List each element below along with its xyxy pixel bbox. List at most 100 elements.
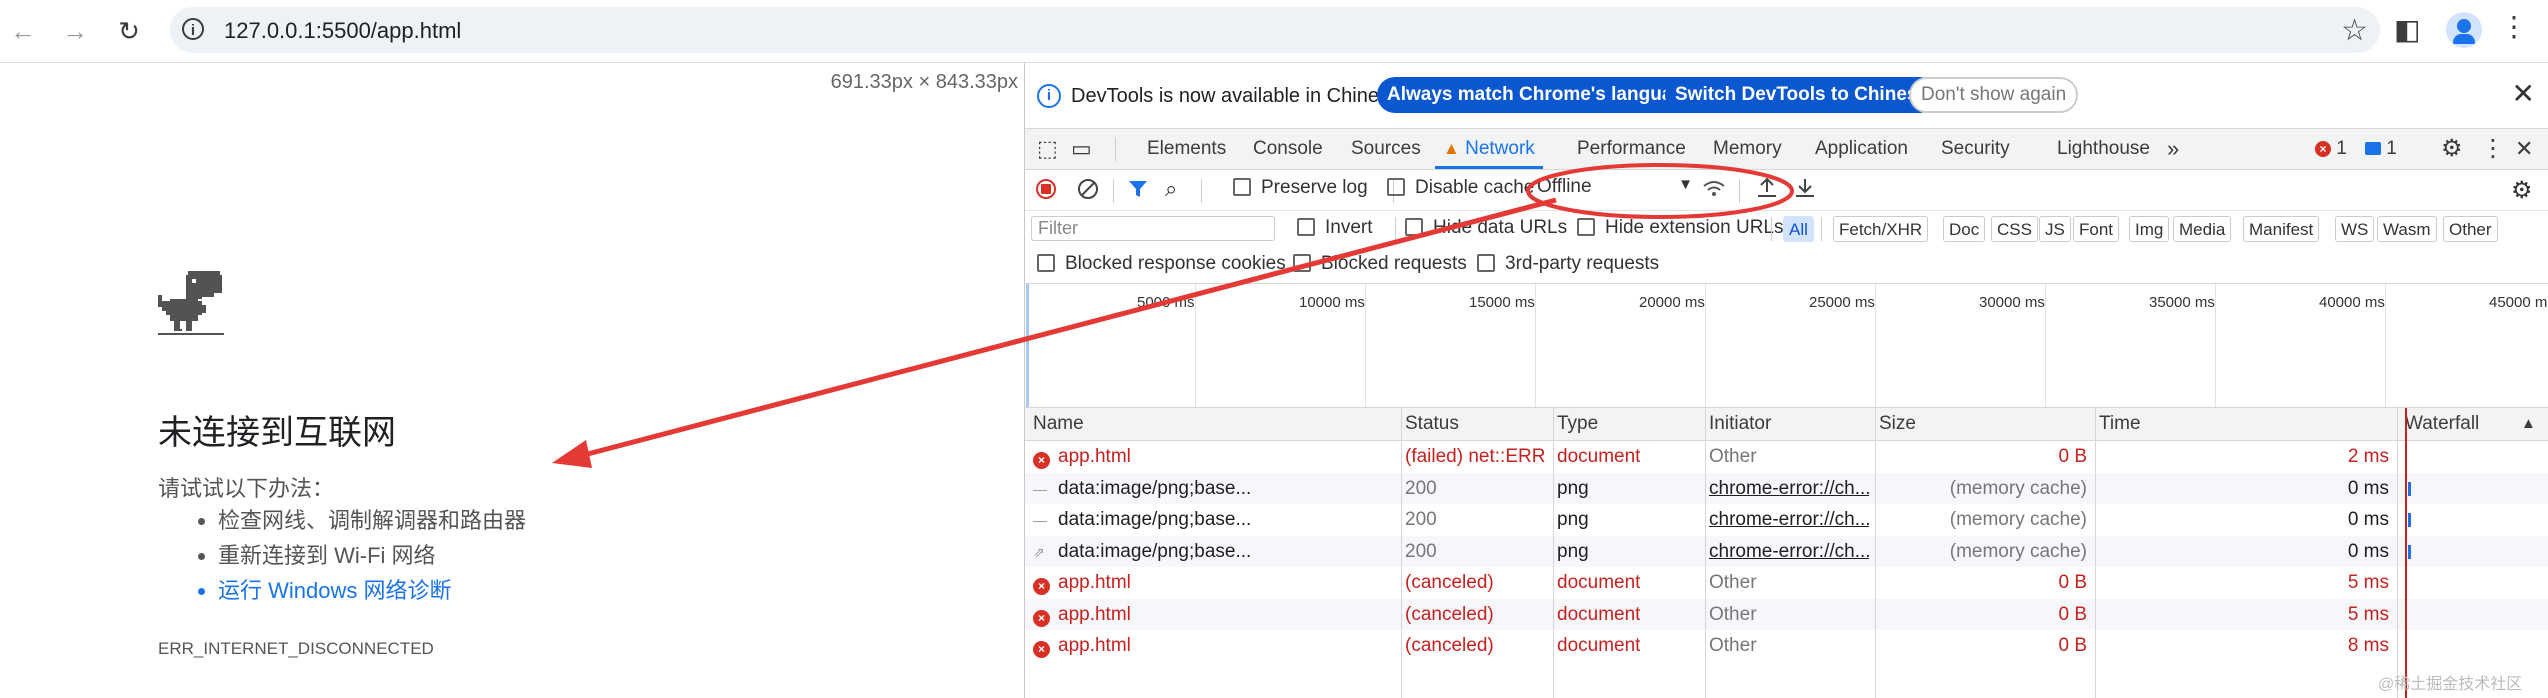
hide-extension-urls-checkbox[interactable]: Hide extension URLs xyxy=(1577,217,1783,239)
filter-type-img[interactable]: Img xyxy=(2129,216,2170,242)
run-diagnostics-link[interactable]: 运行 Windows 网络诊断 xyxy=(218,573,526,608)
filter-type-fetch-xhr[interactable]: Fetch/XHR xyxy=(1833,216,1929,242)
cell-name[interactable]: — data:image/png;base... xyxy=(1033,478,1393,500)
table-row[interactable]: ×app.html (failed) net::ERR... document Oth… xyxy=(1025,441,2548,472)
cell-initiator[interactable]: chrome-error://ch... xyxy=(1709,509,1869,531)
filter-input[interactable]: Filter xyxy=(1031,216,1275,241)
network-conditions-icon[interactable] xyxy=(1701,176,1727,208)
filter-icon[interactable] xyxy=(1127,178,1149,206)
col-name[interactable]: Name xyxy=(1033,413,1084,435)
invert-checkbox[interactable]: Invert xyxy=(1297,217,1373,239)
address-bar[interactable]: i 127.0.0.1:5500/app.html ☆ xyxy=(170,7,2380,53)
cell-initiator[interactable]: chrome-error://ch... xyxy=(1709,541,1869,563)
cell-initiator: Other xyxy=(1709,572,1757,593)
tab-performance[interactable]: Performance xyxy=(1577,129,1686,169)
col-time[interactable]: Time xyxy=(2099,413,2141,435)
throttling-select[interactable]: Offline ▼ xyxy=(1537,176,1697,202)
tab-memory[interactable]: Memory xyxy=(1713,129,1782,169)
back-icon[interactable]: ← xyxy=(4,12,42,50)
col-size[interactable]: Size xyxy=(1879,413,1916,435)
cell-type: png xyxy=(1557,540,1589,562)
timeline-tick: 45000 m xyxy=(2489,294,2548,311)
address-url[interactable]: 127.0.0.1:5500/app.html xyxy=(224,18,461,44)
cell-name[interactable]: × app.html xyxy=(1033,446,1393,469)
filter-type-font[interactable]: Font xyxy=(2073,216,2120,242)
record-stop-icon[interactable] xyxy=(1035,178,1057,206)
import-har-icon[interactable] xyxy=(1755,176,1779,206)
browser-menu-icon[interactable]: ⋮ xyxy=(2500,10,2528,43)
network-overview-timeline[interactable]: 5000 ms 10000 ms 15000 ms 20000 ms 25000… xyxy=(1025,284,2548,408)
filter-type-css[interactable]: CSS xyxy=(1991,216,2038,242)
col-type[interactable]: Type xyxy=(1557,413,1598,435)
table-row[interactable]: × app.html (canceled) document Other 0 B 5 ms xyxy=(1025,598,2548,630)
side-panel-icon[interactable]: ◧ xyxy=(2394,13,2420,46)
col-waterfall[interactable]: Waterfall xyxy=(2405,413,2479,435)
export-har-icon[interactable] xyxy=(1793,176,1817,206)
cell-name[interactable]: ⇗ data:image/png;base... xyxy=(1033,541,1393,563)
filter-type-doc[interactable]: Doc xyxy=(1943,216,1986,242)
inspect-element-icon[interactable]: ⬚ xyxy=(1037,129,1058,169)
profile-avatar[interactable] xyxy=(2446,12,2482,48)
always-match-language-button[interactable]: Always match Chrome's language xyxy=(1377,77,1705,113)
cell-name[interactable]: × app.html xyxy=(1033,635,1393,658)
message-counter[interactable]: 1 xyxy=(2365,129,2397,169)
tab-application[interactable]: Application xyxy=(1815,129,1908,169)
hide-data-urls-checkbox[interactable]: Hide data URLs xyxy=(1405,217,1567,239)
preserve-log-checkbox[interactable]: Preserve log xyxy=(1233,177,1368,199)
filter-type-wasm[interactable]: Wasm xyxy=(2377,216,2437,242)
switch-to-chinese-button[interactable]: Switch DevTools to Chinese xyxy=(1665,77,1939,113)
devtools-menu-icon[interactable]: ⋮ xyxy=(2481,129,2505,169)
cell-size: (memory cache) xyxy=(1949,540,2087,562)
filter-type-js[interactable]: JS xyxy=(2039,216,2071,242)
search-icon[interactable]: ⌕ xyxy=(1165,176,1177,202)
close-devtools-icon[interactable]: ✕ xyxy=(2515,129,2533,169)
cell-initiator[interactable]: chrome-error://ch... xyxy=(1709,478,1869,500)
disable-cache-checkbox[interactable]: Disable cache xyxy=(1387,177,1534,199)
message-icon xyxy=(2365,142,2381,156)
cell-type: document xyxy=(1557,603,1641,625)
tab-security[interactable]: Security xyxy=(1941,129,2010,169)
third-party-checkbox[interactable]: 3rd-party requests xyxy=(1477,253,1659,275)
filter-type-other[interactable]: Other xyxy=(2443,216,2498,242)
filter-type-media[interactable]: Media xyxy=(2173,216,2232,242)
settings-gear-icon[interactable]: ⚙ xyxy=(2441,129,2463,169)
cell-name[interactable]: — data:image/png;base... xyxy=(1033,509,1393,531)
blocked-requests-checkbox[interactable]: Blocked requests xyxy=(1293,253,1467,275)
tab-network[interactable]: ▲ Network xyxy=(1435,129,1543,169)
data-url-icon: ⇗ xyxy=(1033,543,1045,560)
site-info-icon[interactable]: i xyxy=(182,18,204,40)
dont-show-again-button[interactable]: Don't show again xyxy=(1909,77,2079,113)
close-icon[interactable]: ✕ xyxy=(2512,77,2535,110)
tab-console[interactable]: Console xyxy=(1253,129,1323,169)
sort-up-icon[interactable]: ▲ xyxy=(2521,415,2536,432)
col-initiator[interactable]: Initiator xyxy=(1709,413,1771,435)
cell-type: document xyxy=(1557,635,1641,656)
clear-icon[interactable] xyxy=(1077,178,1099,206)
filter-type-manifest[interactable]: Manifest xyxy=(2243,216,2320,242)
filter-type-all[interactable]: All xyxy=(1783,216,1814,242)
table-row[interactable]: ⇗ data:image/png;base... 200 png chrome-erro… xyxy=(1025,535,2548,567)
cell-name[interactable]: × app.html xyxy=(1033,572,1393,595)
device-toolbar-icon[interactable]: ▭ xyxy=(1071,129,1092,169)
tab-sources[interactable]: Sources xyxy=(1351,129,1421,169)
cell-name[interactable]: × app.html xyxy=(1033,604,1393,627)
more-tabs-icon[interactable]: » xyxy=(2167,129,2179,169)
blocked-cookies-checkbox[interactable]: Blocked response cookies xyxy=(1037,253,1286,275)
forward-icon[interactable]: → xyxy=(56,12,94,50)
timeline-tick: 5000 ms xyxy=(1137,294,1195,311)
tab-lighthouse[interactable]: Lighthouse xyxy=(2057,129,2150,169)
table-row[interactable]: × app.html (canceled) document Other 0 B 8 ms xyxy=(1025,630,2548,661)
col-status[interactable]: Status xyxy=(1405,413,1459,435)
error-counter[interactable]: × 1 xyxy=(2315,129,2347,169)
dino-icon[interactable] xyxy=(158,271,224,341)
table-row[interactable]: — data:image/png;base... 200 png chrome-erro… xyxy=(1025,504,2548,535)
reload-icon[interactable]: ↻ xyxy=(110,12,148,50)
tab-elements[interactable]: Elements xyxy=(1147,129,1226,169)
table-row[interactable]: — data:image/png;base... 200 png chrome-erro… xyxy=(1025,472,2548,504)
tip-reconnect-wifi: 重新连接到 Wi-Fi 网络 xyxy=(218,538,526,573)
network-settings-gear-icon[interactable]: ⚙ xyxy=(2511,176,2533,205)
waterfall-load-line xyxy=(2405,408,2407,698)
bookmark-star-icon[interactable]: ☆ xyxy=(2341,13,2368,48)
table-row[interactable]: × app.html (canceled) document Other 0 B 5 ms xyxy=(1025,567,2548,598)
filter-type-ws[interactable]: WS xyxy=(2335,216,2375,242)
